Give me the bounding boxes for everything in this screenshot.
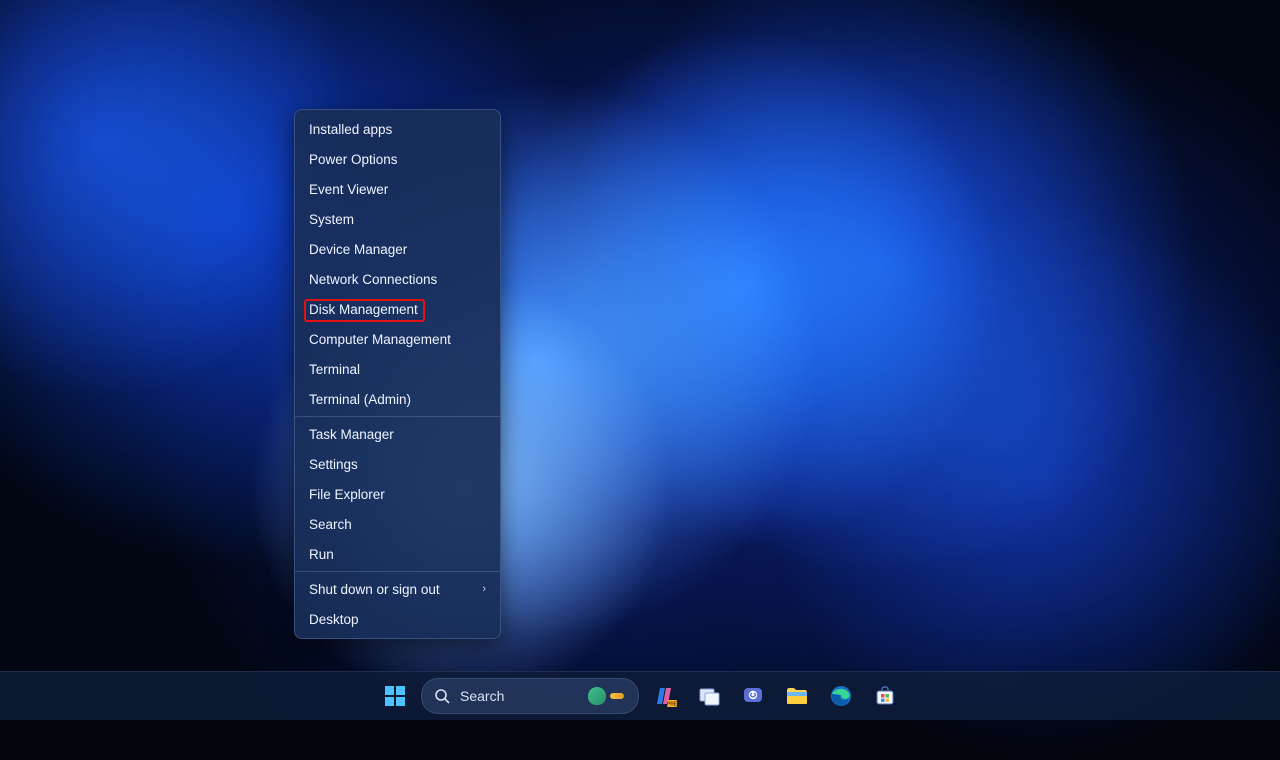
menu-item-label: Network Connections — [309, 272, 437, 287]
menu-item-search[interactable]: Search — [295, 509, 500, 539]
menu-item-label: Event Viewer — [309, 182, 388, 197]
menu-item-label: Shut down or sign out — [309, 582, 440, 597]
menu-item-network-connections[interactable]: Network Connections — [295, 264, 500, 294]
menu-item-shut-down-or-sign-out[interactable]: Shut down or sign out › — [295, 574, 500, 604]
menu-item-terminal[interactable]: Terminal — [295, 354, 500, 384]
menu-item-label: System — [309, 212, 354, 227]
menu-item-disk-management[interactable]: Disk Management — [295, 294, 500, 324]
menu-item-run[interactable]: Run — [295, 539, 500, 569]
menu-item-label: Terminal (Admin) — [309, 392, 411, 407]
menu-item-computer-management[interactable]: Computer Management — [295, 324, 500, 354]
copilot-icon[interactable]: PRE — [647, 678, 683, 714]
start-icon[interactable] — [377, 678, 413, 714]
taskbar-search-box[interactable]: Search — [421, 678, 639, 714]
search-placeholder: Search — [460, 688, 504, 704]
task-view-icon[interactable] — [691, 678, 727, 714]
svg-text:PRE: PRE — [667, 702, 677, 708]
menu-item-label: Device Manager — [309, 242, 407, 257]
menu-item-label: Power Options — [309, 152, 398, 167]
menu-item-task-manager[interactable]: Task Manager — [295, 419, 500, 449]
menu-item-label: Terminal — [309, 362, 360, 377]
menu-item-label: Installed apps — [309, 122, 392, 137]
menu-item-device-manager[interactable]: Device Manager — [295, 234, 500, 264]
menu-item-event-viewer[interactable]: Event Viewer — [295, 174, 500, 204]
menu-item-label: Disk Management — [309, 302, 418, 317]
menu-separator — [295, 571, 500, 572]
menu-separator — [295, 416, 500, 417]
menu-item-label: Desktop — [309, 612, 359, 627]
menu-item-power-options[interactable]: Power Options — [295, 144, 500, 174]
menu-item-system[interactable]: System — [295, 204, 500, 234]
menu-item-label: Task Manager — [309, 427, 394, 442]
menu-item-label: File Explorer — [309, 487, 385, 502]
chat-icon[interactable] — [735, 678, 771, 714]
desktop-wallpaper — [0, 0, 1280, 720]
menu-item-label: Computer Management — [309, 332, 451, 347]
search-extras — [588, 687, 624, 705]
file-explorer-icon[interactable] — [779, 678, 815, 714]
store-icon[interactable] — [867, 678, 903, 714]
menu-item-terminal-admin[interactable]: Terminal (Admin) — [295, 384, 500, 414]
taskbar: Search PRE — [0, 671, 1280, 720]
chevron-right-icon: › — [482, 583, 486, 595]
menu-item-installed-apps[interactable]: Installed apps — [295, 114, 500, 144]
menu-item-desktop[interactable]: Desktop — [295, 604, 500, 634]
edge-icon[interactable] — [823, 678, 859, 714]
menu-item-label: Run — [309, 547, 334, 562]
menu-item-file-explorer[interactable]: File Explorer — [295, 479, 500, 509]
menu-item-settings[interactable]: Settings — [295, 449, 500, 479]
menu-item-label: Settings — [309, 457, 358, 472]
search-icon — [434, 688, 450, 704]
menu-item-label: Search — [309, 517, 352, 532]
winx-context-menu[interactable]: Installed apps Power Options Event Viewer S… — [294, 109, 501, 639]
